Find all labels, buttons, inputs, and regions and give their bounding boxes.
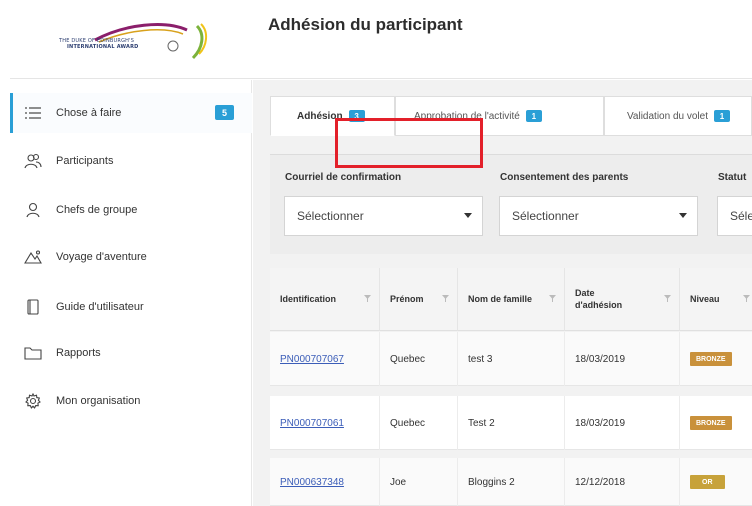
award-logo[interactable]: THE DUKE OF EDINBURGH'S INTERNATIONAL AW… <box>55 18 215 62</box>
column-header-level[interactable]: Niveau <box>680 268 752 331</box>
person-icon <box>24 201 42 219</box>
filter-icon[interactable] <box>442 295 449 302</box>
tab-section-validation[interactable]: Validation du volet 1 <box>604 96 752 136</box>
date-cell: 18/03/2019 <box>565 332 680 386</box>
sidebar-item-label: Participants <box>56 155 114 167</box>
column-header-last-name[interactable]: Nom de famille <box>458 268 565 331</box>
last-name-cell: Test 2 <box>458 396 565 450</box>
confirmation-email-select[interactable]: Sélectionner <box>284 196 483 236</box>
logo-text-line2: INTERNATIONAL AWARD <box>67 44 139 50</box>
sidebar-item-label: Mon organisation <box>56 395 141 407</box>
sidebar-item-adventure-journey[interactable]: Voyage d'aventure <box>10 237 252 277</box>
column-header-first-name[interactable]: Prénom <box>380 268 458 331</box>
sidebar-item-label: Voyage d'aventure <box>56 251 147 263</box>
folder-icon <box>24 344 42 362</box>
table-row: PN000707067 Quebec test 3 18/03/2019 BRO… <box>270 332 752 386</box>
header-divider <box>10 78 752 79</box>
last-name-cell: test 3 <box>458 332 565 386</box>
todo-count-badge: 5 <box>215 105 234 120</box>
sidebar-item-label: Chefs de groupe <box>56 204 138 216</box>
status-select[interactable]: Séle <box>717 196 752 236</box>
filter-label-confirmation-email: Courriel de confirmation <box>285 172 402 183</box>
date-cell: 12/12/2018 <box>565 458 680 506</box>
sidebar-item-reports[interactable]: Rapports <box>10 333 252 373</box>
sidebar-item-participants[interactable]: Participants <box>10 141 252 181</box>
mountain-icon <box>24 248 42 266</box>
participant-id-link[interactable]: PN000707061 <box>280 418 344 429</box>
first-name-cell: Quebec <box>380 396 458 450</box>
sidebar-item-todo[interactable]: Chose à faire 5 <box>10 93 252 133</box>
sidebar-item-label: Rapports <box>56 347 101 359</box>
column-header-membership-date[interactable]: Date d'adhésion <box>565 268 680 331</box>
highlight-box <box>335 118 483 168</box>
sidebar-item-label: Guide d'utilisateur <box>56 301 144 313</box>
tab-badge: 1 <box>713 110 730 122</box>
sidebar-item-my-organisation[interactable]: Mon organisation <box>10 381 252 421</box>
list-icon <box>24 104 42 122</box>
sidebar-item-user-guide[interactable]: Guide d'utilisateur <box>10 287 252 327</box>
parental-consent-select[interactable]: Sélectionner <box>499 196 698 236</box>
filter-icon[interactable] <box>364 295 371 302</box>
filter-label-parental-consent: Consentement des parents <box>500 172 629 183</box>
filter-icon[interactable] <box>549 295 556 302</box>
table-row: PN000637348 Joe Bloggins 2 12/12/2018 OR <box>270 458 752 506</box>
level-badge: BRONZE <box>690 352 732 366</box>
date-cell: 18/03/2019 <box>565 396 680 450</box>
level-badge: BRONZE <box>690 416 732 430</box>
last-name-cell: Bloggins 2 <box>458 458 565 506</box>
book-icon <box>24 298 42 316</box>
first-name-cell: Joe <box>380 458 458 506</box>
level-badge: OR <box>690 475 725 489</box>
table-row: PN000707061 Quebec Test 2 18/03/2019 BRO… <box>270 396 752 450</box>
gear-icon <box>24 392 42 410</box>
participant-id-link[interactable]: PN000707067 <box>280 354 344 365</box>
page-title: Adhésion du participant <box>268 15 463 34</box>
filter-label-status: Statut <box>718 172 747 183</box>
filter-icon[interactable] <box>743 295 750 302</box>
sidebar-item-label: Chose à faire <box>56 107 122 119</box>
filter-icon[interactable] <box>664 295 671 302</box>
participant-id-link[interactable]: PN000637348 <box>280 477 344 488</box>
tab-badge: 1 <box>525 110 542 122</box>
first-name-cell: Quebec <box>380 332 458 386</box>
caret-down-icon <box>679 213 687 218</box>
sidebar-item-group-leaders[interactable]: Chefs de groupe <box>10 190 252 230</box>
column-header-identification[interactable]: Identification <box>270 268 380 331</box>
caret-down-icon <box>464 213 472 218</box>
people-icon <box>24 152 42 170</box>
